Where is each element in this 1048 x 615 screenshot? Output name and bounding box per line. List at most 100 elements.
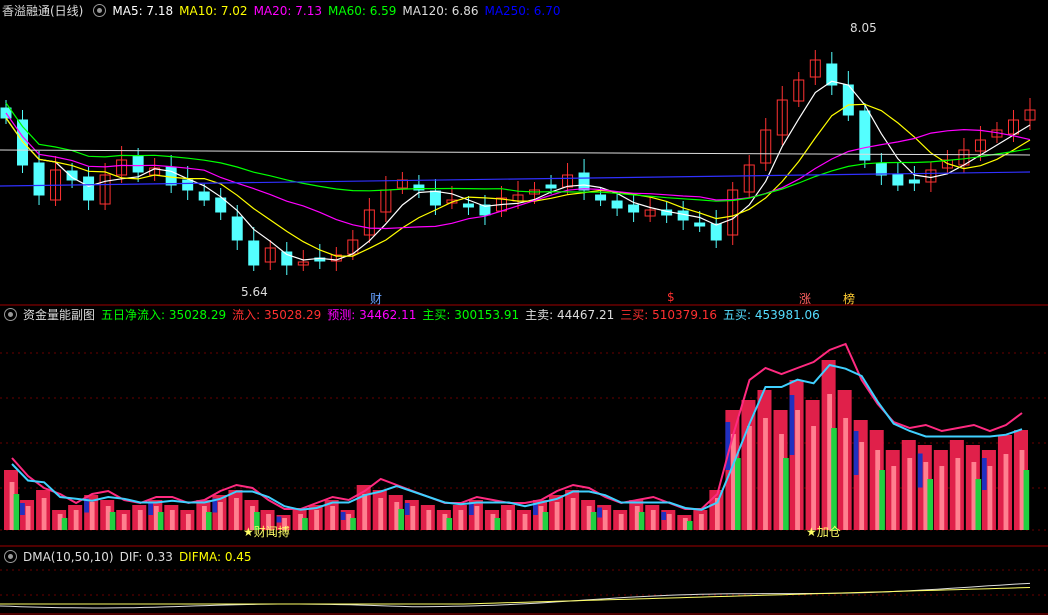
candle-body <box>462 203 474 208</box>
volume-bar-inner <box>362 494 368 530</box>
volume-bar-inner <box>506 510 512 530</box>
volume-bar-inner <box>41 498 47 530</box>
volume-bar-inner <box>554 502 560 530</box>
volume-bar-green <box>61 518 68 530</box>
candle-body <box>628 204 640 213</box>
volume-bar-inner <box>618 514 624 530</box>
candle-body <box>892 173 904 186</box>
volume-bar-blue <box>148 503 154 515</box>
volume-bar-green <box>205 512 212 530</box>
volume-bar-inner <box>763 418 768 530</box>
volume-bar-inner <box>378 498 384 530</box>
volume-bar-inner <box>185 514 191 530</box>
candle-body <box>83 176 95 201</box>
volume-bar-green <box>927 479 934 530</box>
volume-bar-blue <box>276 516 282 523</box>
volume-bar-inner <box>907 458 913 530</box>
volume-bar-inner <box>410 506 416 530</box>
volume-bar-inner <box>891 466 897 530</box>
volume-bar-inner <box>121 514 127 530</box>
volume-bar-inner <box>169 510 175 530</box>
candle-body <box>33 162 45 196</box>
candle-body <box>231 216 243 241</box>
volume-bar-blue <box>404 503 410 515</box>
volume-bar-green <box>494 518 501 530</box>
candle-body <box>545 184 557 189</box>
ma120-line <box>0 149 1031 156</box>
volume-bar-green <box>350 518 356 530</box>
signal-annotation-2: ★加仓 <box>806 525 841 539</box>
volume-bar-green <box>446 518 453 530</box>
volume-bar-green <box>542 512 549 530</box>
volume-bar-inner <box>987 466 993 530</box>
volume-bar-green <box>1023 470 1030 530</box>
volume-bar-inner <box>955 458 961 530</box>
volume-bar-green <box>686 521 693 530</box>
ranking-marker[interactable]: 榜 <box>843 290 855 307</box>
volume-bar-green <box>975 479 982 530</box>
volume-bar-green <box>109 512 116 530</box>
rise-marker[interactable]: 涨 <box>799 290 811 307</box>
volume-bar-inner <box>25 506 31 530</box>
volume-bar-inner <box>811 426 816 530</box>
volume-bar-green <box>783 458 789 530</box>
volume-bar-inner <box>234 498 239 530</box>
volume-bar-inner <box>666 514 672 530</box>
volume-bar-blue <box>468 503 474 515</box>
volume-bar-blue <box>917 453 923 488</box>
candle-body <box>595 194 607 201</box>
volume-bar-green <box>879 470 885 530</box>
candle-body <box>165 166 177 186</box>
volume-bar-green <box>13 494 20 530</box>
volume-bar-inner <box>1003 454 1009 530</box>
volume-bar-blue <box>597 507 602 518</box>
candle-body <box>694 222 706 227</box>
candle-body <box>198 191 210 201</box>
volume-bar-green <box>302 518 308 530</box>
signal-annotation-1: ★财闻搏 <box>243 525 290 539</box>
volume-bar-green <box>157 512 164 530</box>
low-price-label: 5.64 <box>241 285 268 299</box>
candle-body <box>182 179 194 191</box>
volume-bar-blue <box>789 395 795 455</box>
candle-body <box>908 179 920 184</box>
volume-bar-inner <box>522 514 528 530</box>
volume-bar-blue <box>981 458 987 490</box>
candle-body <box>859 110 871 161</box>
volume-bar-inner <box>458 510 464 530</box>
volume-bar-inner <box>650 510 656 530</box>
ma10-line <box>5 103 1031 257</box>
candle-body <box>66 170 78 181</box>
dollar-marker[interactable]: $ <box>667 290 675 304</box>
stock-chart-canvas[interactable] <box>0 0 1048 615</box>
difma-line <box>0 587 1031 605</box>
volume-bar-inner <box>795 410 800 530</box>
volume-bar-blue <box>20 503 25 515</box>
volume-bar-blue <box>853 431 859 475</box>
candle-body <box>578 172 590 191</box>
volume-bar-inner <box>426 510 432 530</box>
volume-bar-inner <box>843 418 849 530</box>
volume-bar-inner <box>698 514 704 530</box>
volume-bar-green <box>398 509 404 530</box>
candle-body <box>132 155 144 173</box>
candle-body <box>248 240 260 266</box>
volume-bar-inner <box>602 510 608 530</box>
finance-marker[interactable]: 财 <box>370 290 382 307</box>
volume-bar-green <box>831 428 837 530</box>
volume-bar-inner <box>137 510 143 530</box>
volume-bar-inner <box>570 498 576 530</box>
volume-bar-inner <box>73 510 79 530</box>
volume-bar-green <box>590 512 597 530</box>
candle-body <box>710 223 722 241</box>
volume-bar-inner <box>859 442 865 530</box>
volume-bar-green <box>735 458 741 530</box>
volume-bar-inner <box>314 510 320 530</box>
candle-body <box>611 200 623 209</box>
volume-bar-inner <box>218 502 223 530</box>
candle-body <box>429 190 441 206</box>
volume-bar-inner <box>89 502 95 530</box>
volume-bar-inner <box>474 506 480 530</box>
volume-bar-inner <box>939 466 945 530</box>
candle-body <box>875 162 887 176</box>
